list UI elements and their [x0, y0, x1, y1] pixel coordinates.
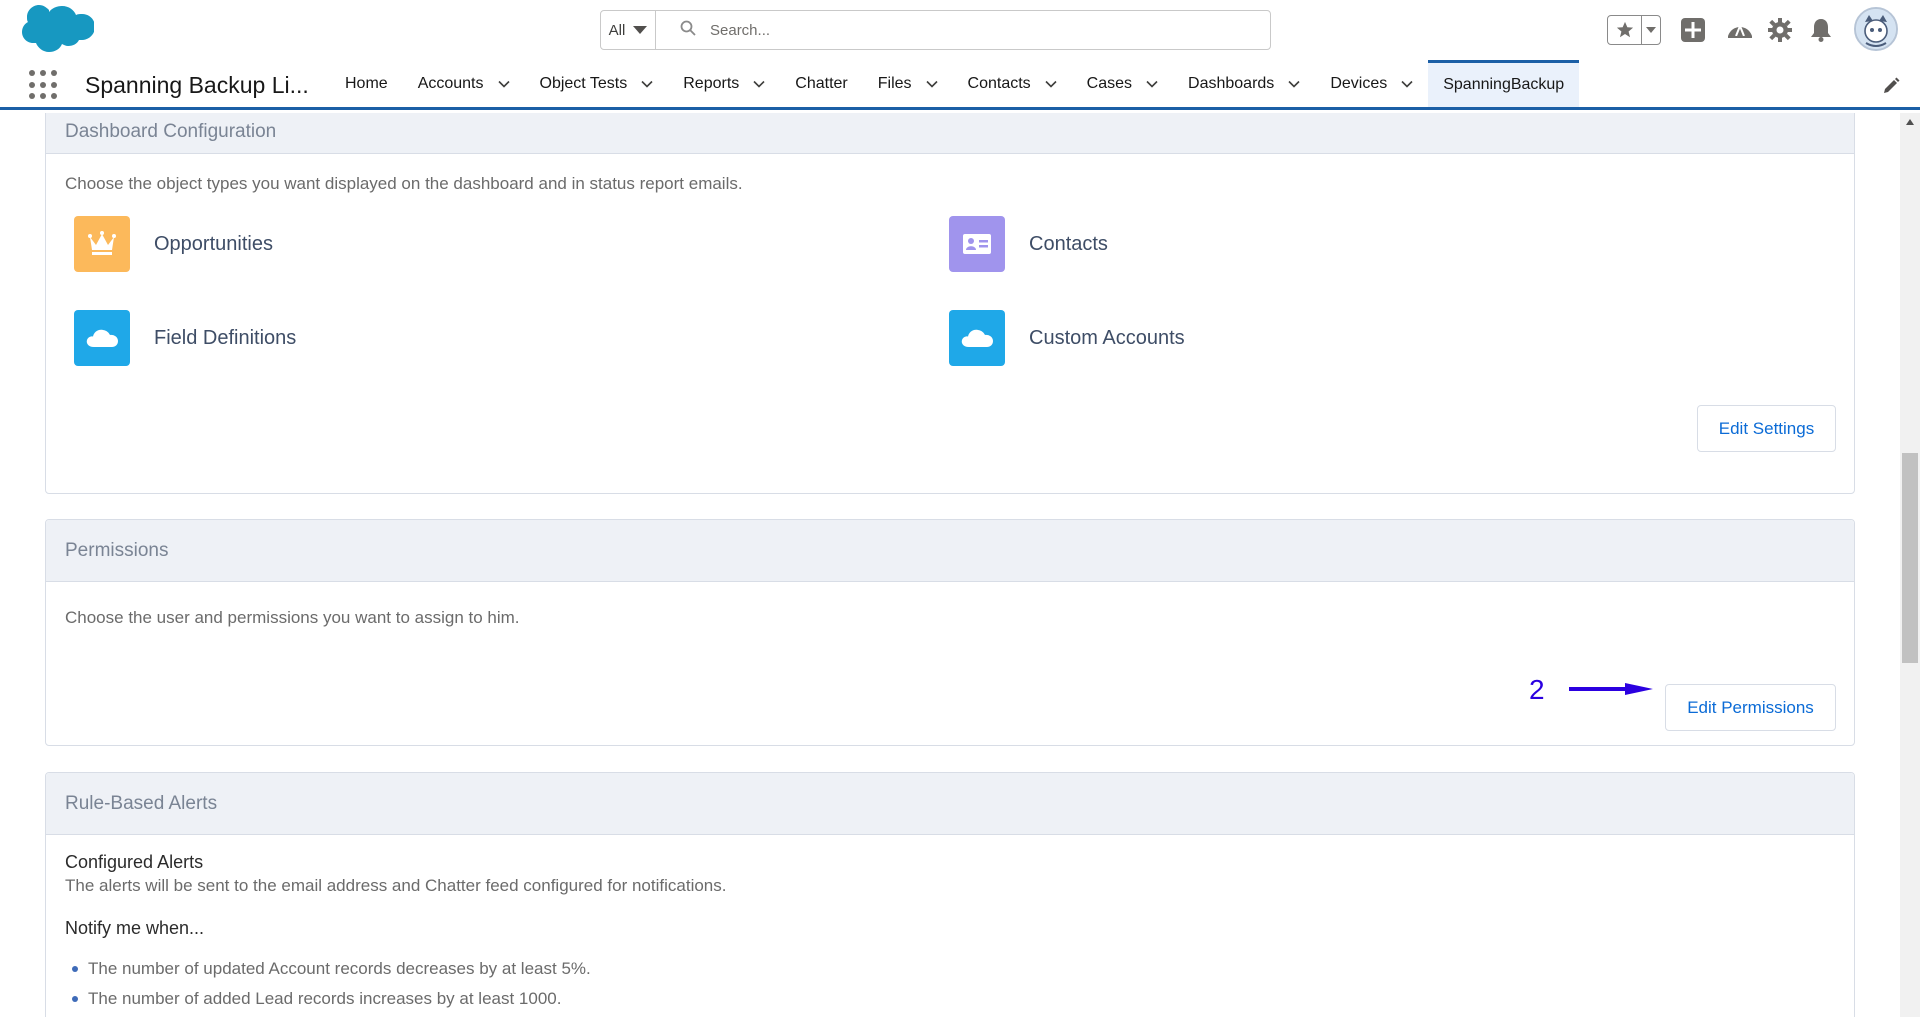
favorites-group	[1607, 15, 1661, 45]
global-header: All	[0, 0, 1920, 60]
card-header: Permissions	[46, 520, 1854, 582]
chevron-down-icon[interactable]	[1288, 78, 1300, 90]
chevron-down-icon[interactable]	[641, 78, 653, 90]
nav-item-label: Home	[345, 74, 388, 92]
contact-card-icon	[949, 216, 1005, 272]
search-input[interactable]	[710, 21, 1270, 39]
nav-item-label: Reports	[683, 74, 740, 92]
nav-item-label: Files	[877, 74, 912, 92]
nav-item-devices[interactable]: Devices	[1315, 60, 1428, 107]
object-label: Field Definitions	[154, 326, 297, 349]
notify-title: Notify me when...	[65, 918, 205, 938]
nav-item-files[interactable]: Files	[863, 60, 953, 107]
cloud-icon	[74, 310, 130, 366]
page-scrollbar[interactable]	[1900, 113, 1920, 1017]
global-create-icon[interactable]	[1678, 15, 1708, 45]
nav-item-contacts[interactable]: Contacts	[953, 60, 1072, 107]
nav-item-home[interactable]: Home	[330, 60, 403, 107]
object-custom-accounts: Custom Accounts	[949, 310, 1185, 366]
nav-item-label: Accounts	[417, 74, 484, 92]
app-name: Spanning Backup Li...	[85, 72, 309, 98]
card-header: Rule-Based Alerts	[46, 773, 1854, 835]
salesforce-logo[interactable]	[18, 4, 95, 56]
search-icon	[680, 20, 696, 40]
edit-permissions-button[interactable]: Edit Permissions	[1665, 684, 1836, 731]
app-navigation-bar: Spanning Backup Li... Home Accounts Obje…	[0, 60, 1920, 110]
edit-nav-pencil-icon[interactable]	[1882, 77, 1900, 95]
permissions-card: Permissions Choose the user and permissi…	[45, 519, 1855, 746]
nav-item-label: Chatter	[795, 74, 848, 92]
caret-down-icon	[633, 26, 648, 34]
nav-item-label: Dashboards	[1188, 74, 1275, 92]
nav-item-label: SpanningBackup	[1443, 76, 1565, 93]
configured-alerts-text: The alerts will be sent to the email add…	[65, 876, 727, 895]
chevron-down-icon[interactable]	[497, 78, 510, 90]
dashboard-configuration-card: Dashboard Configuration Choose the objec…	[45, 113, 1855, 494]
chevron-down-icon[interactable]	[1401, 78, 1413, 90]
favorites-dropdown-icon[interactable]	[1642, 16, 1660, 44]
search-field	[656, 11, 1270, 49]
favorites-star-icon[interactable]	[1608, 16, 1642, 44]
app-launcher-icon[interactable]	[29, 70, 59, 100]
object-label: Opportunities	[154, 232, 273, 255]
notifications-bell-icon[interactable]	[1806, 15, 1836, 45]
scroll-up-icon[interactable]	[1906, 119, 1914, 125]
global-search: All	[600, 10, 1271, 50]
trailhead-icon[interactable]	[1725, 15, 1755, 45]
cloud-icon	[949, 310, 1005, 366]
card-description: Choose the user and permissions you want…	[65, 608, 520, 627]
annotation-step-number: 2	[1529, 674, 1545, 705]
nav-item-chatter[interactable]: Chatter	[780, 60, 862, 107]
nav-item-object-tests[interactable]: Object Tests	[525, 60, 669, 107]
list-item: The number of added Lead records increas…	[65, 989, 591, 1009]
chevron-down-icon[interactable]	[1045, 78, 1057, 90]
card-header: Dashboard Configuration	[46, 113, 1854, 154]
nav-item-label: Object Tests	[539, 74, 628, 92]
object-field-definitions: Field Definitions	[74, 310, 296, 366]
chevron-down-icon[interactable]	[753, 78, 765, 90]
rule-based-alerts-card: Rule-Based Alerts Configured Alerts The …	[45, 772, 1855, 1017]
object-label: Custom Accounts	[1029, 326, 1185, 349]
card-title: Rule-Based Alerts	[65, 792, 218, 814]
nav-item-reports[interactable]: Reports	[668, 60, 780, 107]
nav-item-label: Contacts	[967, 74, 1031, 92]
chevron-down-icon[interactable]	[1146, 78, 1158, 90]
scroll-thumb[interactable]	[1902, 453, 1918, 663]
nav-item-spanningbackup[interactable]: SpanningBackup	[1428, 60, 1580, 107]
object-contacts: Contacts	[949, 216, 1108, 272]
setup-gear-icon[interactable]	[1765, 15, 1795, 45]
main-content: Dashboard Configuration Choose the objec…	[0, 113, 1900, 1017]
card-title: Permissions	[65, 539, 169, 561]
edit-settings-button[interactable]: Edit Settings	[1697, 405, 1836, 452]
nav-item-accounts[interactable]: Accounts	[403, 60, 525, 107]
card-title: Dashboard Configuration	[65, 120, 277, 142]
object-opportunities: Opportunities	[74, 216, 273, 272]
user-avatar[interactable]	[1854, 7, 1898, 51]
list-item: The number of updated Account records de…	[65, 959, 591, 979]
chevron-down-icon[interactable]	[925, 78, 938, 90]
configured-alerts-title: Configured Alerts	[65, 852, 204, 872]
nav-item-cases[interactable]: Cases	[1072, 60, 1173, 107]
card-description: Choose the object types you want display…	[65, 174, 743, 193]
nav-item-label: Devices	[1330, 74, 1388, 92]
alert-rules-list: The number of updated Account records de…	[65, 959, 591, 1017]
nav-item-label: Cases	[1086, 74, 1133, 92]
object-label: Contacts	[1029, 232, 1108, 255]
nav-items: Home Accounts Object Tests Reports Chatt…	[330, 60, 1580, 107]
search-scope-dropdown[interactable]: All	[601, 11, 656, 49]
search-scope-label: All	[608, 21, 626, 39]
annotation-arrow-icon	[1569, 683, 1653, 695]
nav-item-dashboards[interactable]: Dashboards	[1173, 60, 1315, 107]
crown-icon	[74, 216, 130, 272]
